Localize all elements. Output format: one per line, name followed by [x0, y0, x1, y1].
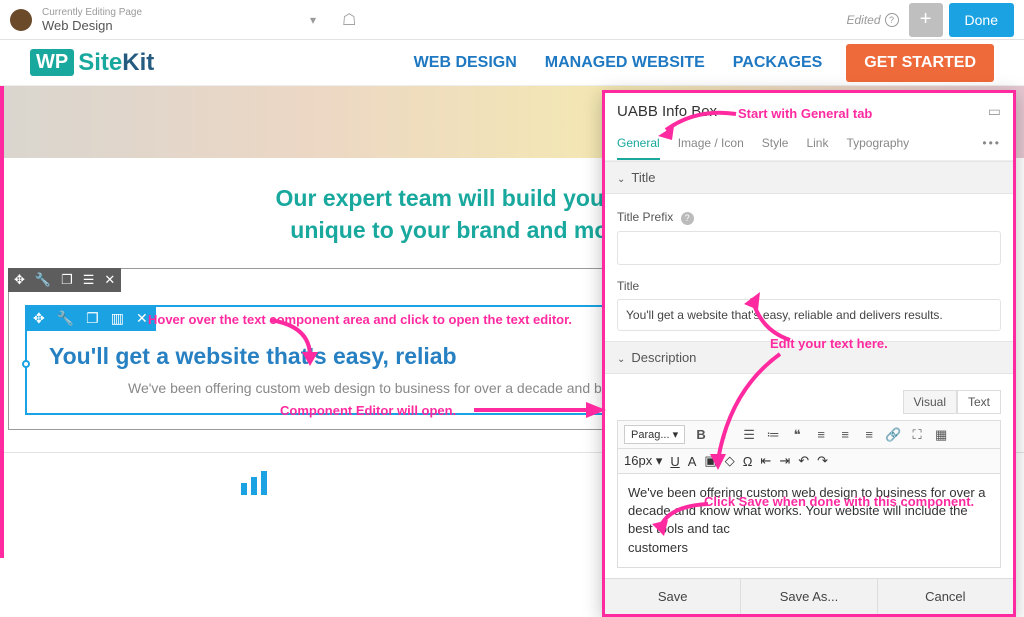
column-icon[interactable]: ▥ [111, 310, 124, 327]
undo-icon[interactable]: ↶ [798, 453, 809, 469]
tab-style[interactable]: Style [762, 130, 789, 160]
nav-link-packages[interactable]: PACKAGES [733, 54, 823, 72]
builder-logo [10, 9, 32, 31]
redo-icon[interactable]: ↷ [817, 453, 828, 469]
logo-kit: Kit [122, 49, 154, 77]
visual-tab[interactable]: Visual [903, 390, 957, 414]
align-center-icon[interactable]: ≡ [837, 427, 853, 443]
nav-link-web-design[interactable]: WEB DESIGN [414, 54, 517, 72]
fontsize-select[interactable]: 16px ▾ [624, 453, 662, 469]
get-started-button[interactable]: GET STARTED [846, 44, 994, 82]
nav-link-managed-website[interactable]: MANAGED WEBSITE [545, 54, 705, 72]
bold-icon[interactable]: B [693, 427, 709, 443]
copy-icon[interactable]: ❐ [86, 310, 99, 327]
expand-icon[interactable]: ▭ [988, 103, 1001, 120]
stats-icon[interactable] [0, 453, 512, 512]
link-icon[interactable]: 🔗 [885, 427, 901, 443]
page-meta[interactable]: Currently Editing Page Web Design [42, 7, 292, 33]
title-prefix-label: Title Prefix ? [617, 210, 1001, 225]
add-button[interactable]: + [909, 3, 943, 37]
textcolor-icon[interactable]: A [688, 454, 697, 469]
bullet-list-icon[interactable]: ☰ [741, 427, 757, 443]
italic-icon[interactable]: I [717, 427, 733, 443]
toolbar-toggle-icon[interactable]: ▦ [933, 427, 949, 443]
edited-label: Edited [847, 13, 881, 27]
fullscreen-icon[interactable]: ⛶ [909, 427, 925, 443]
panel-tabs: General Image / Icon Style Link Typograp… [605, 130, 1013, 161]
tab-typography[interactable]: Typography [846, 130, 909, 160]
tab-more[interactable]: ••• [982, 130, 1001, 160]
title-input[interactable] [617, 299, 1001, 331]
section-title-head[interactable]: ⌄Title [605, 161, 1013, 194]
cancel-button[interactable]: Cancel [877, 579, 1013, 614]
format-select[interactable]: Parag... ▾ [624, 425, 685, 444]
bell-icon[interactable]: ☖ [342, 10, 356, 30]
annotation-border [0, 86, 4, 558]
outdent-icon[interactable]: ⇤ [760, 453, 771, 469]
tab-general[interactable]: General [617, 130, 660, 160]
image-icon[interactable]: ▣ [704, 453, 716, 469]
page-name: Web Design [42, 18, 292, 33]
tab-link[interactable]: Link [806, 130, 828, 160]
wysiwyg-toolbar-2: 16px ▾ U A ▣ ◇ Ω ⇤ ⇥ ↶ ↷ [617, 449, 1001, 474]
panel-title: UABB Info Box [617, 103, 717, 120]
title-field-label: Title [617, 279, 1001, 293]
align-left-icon[interactable]: ≡ [813, 427, 829, 443]
help-icon[interactable]: ? [885, 13, 899, 27]
clear-icon[interactable]: ◇ [725, 453, 735, 469]
text-tab[interactable]: Text [957, 390, 1001, 414]
section-description-head[interactable]: ⌄Description [605, 341, 1013, 374]
logo-site: Site [78, 49, 122, 77]
site-logo[interactable]: WP SiteKit [30, 49, 154, 77]
module-toolbar: ✥ 🔧 ❐ ▥ ✕ [25, 305, 156, 331]
specialchar-icon[interactable]: Ω [743, 454, 753, 469]
move-icon[interactable]: ✥ [33, 310, 45, 327]
wrench-icon[interactable]: 🔧 [57, 310, 74, 327]
done-button[interactable]: Done [949, 3, 1014, 37]
underline-icon[interactable]: U [670, 454, 679, 469]
save-button[interactable]: Save [605, 579, 740, 614]
title-prefix-input[interactable] [617, 231, 1001, 265]
close-icon[interactable]: ✕ [136, 310, 148, 327]
selection-handle[interactable] [22, 360, 30, 368]
number-list-icon[interactable]: ≔ [765, 427, 781, 443]
quote-icon[interactable]: ❝ [789, 427, 805, 443]
tab-image-icon[interactable]: Image / Icon [678, 130, 744, 160]
chevron-down-icon[interactable]: ▾ [310, 13, 316, 27]
wysiwyg-toolbar: Parag... ▾ B I ☰ ≔ ❝ ≡ ≡ ≡ 🔗 ⛶ ▦ [617, 420, 1001, 449]
align-right-icon[interactable]: ≡ [861, 427, 877, 443]
logo-wp: WP [30, 49, 74, 76]
settings-panel: UABB Info Box ▭ General Image / Icon Sty… [602, 90, 1016, 617]
panel-footer: Save Save As... Cancel [605, 578, 1013, 614]
help-icon[interactable]: ? [681, 212, 694, 225]
save-as-button[interactable]: Save As... [740, 579, 876, 614]
editor-body[interactable]: We've been offering custom web design to… [617, 474, 1001, 568]
editing-label: Currently Editing Page [42, 7, 292, 18]
indent-icon[interactable]: ⇥ [779, 453, 790, 469]
